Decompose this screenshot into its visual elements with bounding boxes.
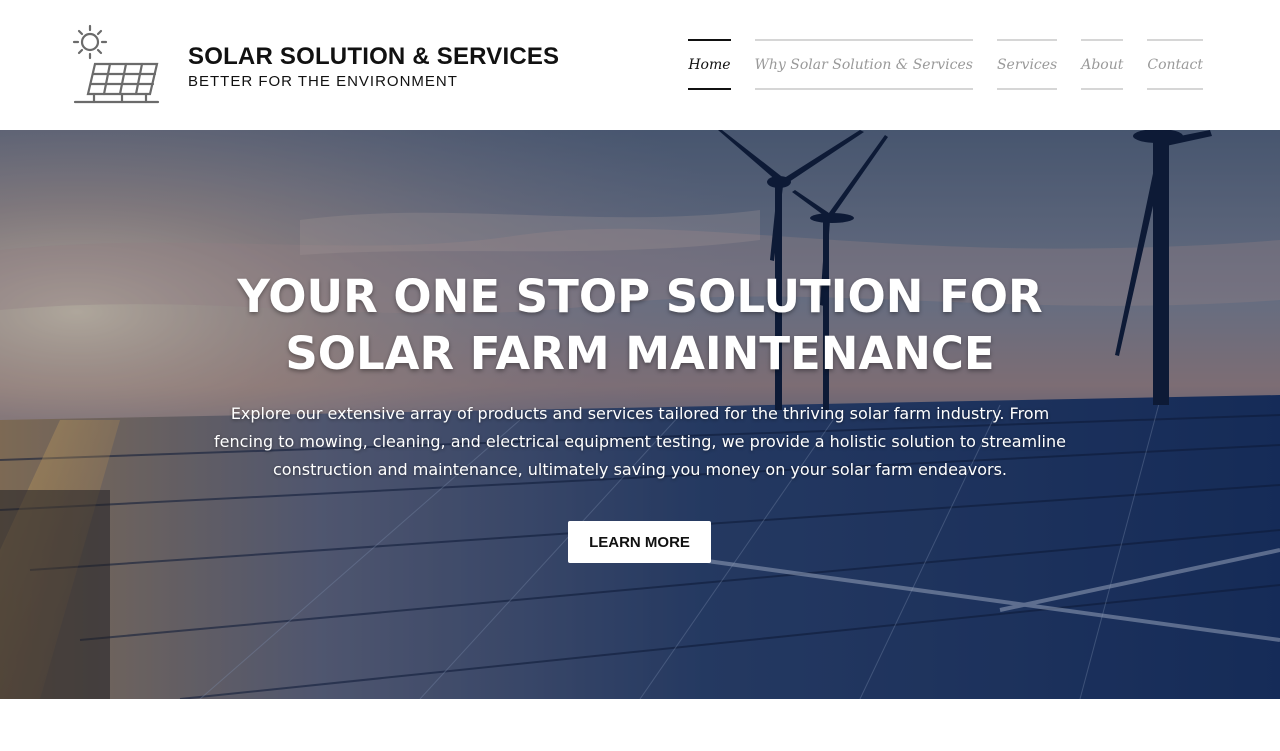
brand-title[interactable]: SOLAR SOLUTION & SERVICES: [188, 43, 559, 71]
nav-item-why-solar[interactable]: Why Solar Solution & Services: [754, 39, 973, 90]
hero-title-line-2: SOLAR FARM MAINTENANCE: [285, 327, 995, 380]
solar-panel-sun-icon[interactable]: [70, 22, 162, 108]
nav-item-about[interactable]: About: [1081, 39, 1124, 90]
main-nav: Home Why Solar Solution & Services Servi…: [688, 39, 1203, 91]
hero-section: YOUR ONE STOP SOLUTION FOR SOLAR FARM MA…: [0, 130, 1280, 699]
nav-item-contact[interactable]: Contact: [1147, 39, 1203, 90]
hero-title-line-1: YOUR ONE STOP SOLUTION FOR: [237, 270, 1043, 323]
learn-more-button[interactable]: LEARN MORE: [568, 521, 711, 563]
nav-item-services[interactable]: Services: [996, 39, 1058, 90]
hero-title: YOUR ONE STOP SOLUTION FOR SOLAR FARM MA…: [140, 268, 1140, 382]
site-header: SOLAR SOLUTION & SERVICES BETTER FOR THE…: [0, 0, 1280, 130]
nav-item-home[interactable]: Home: [688, 39, 731, 90]
hero-description: Explore our extensive array of products …: [214, 404, 1066, 479]
brand-tagline: BETTER FOR THE ENVIRONMENT: [188, 73, 458, 90]
